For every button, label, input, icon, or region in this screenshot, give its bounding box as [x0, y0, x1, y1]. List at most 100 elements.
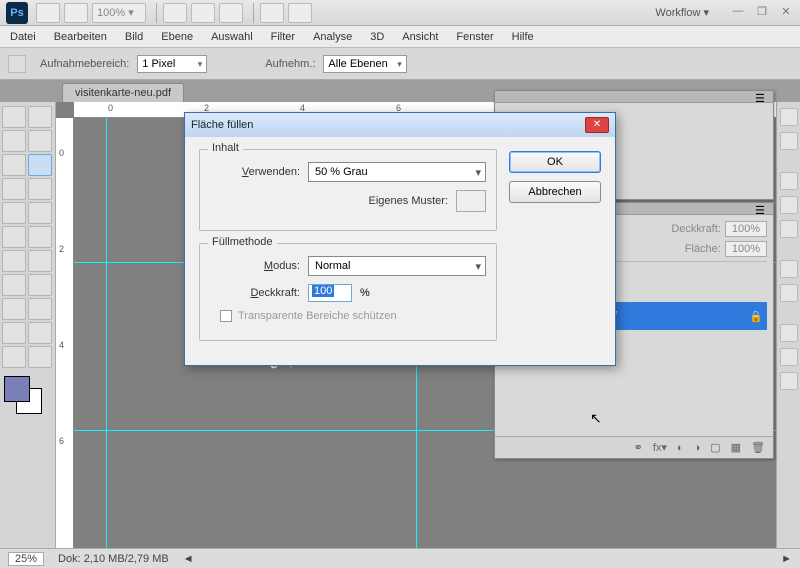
menu-fenster[interactable]: Fenster — [456, 31, 493, 43]
status-bar: 25% Dok: 2,10 MB/2,79 MB ◄ ► — [0, 548, 800, 568]
dialog-close-icon[interactable]: ✕ — [585, 117, 609, 133]
screen-mode-icon[interactable] — [260, 3, 284, 23]
menu-ebene[interactable]: Ebene — [161, 31, 193, 43]
gradient-tool[interactable] — [28, 226, 52, 248]
type-tool[interactable] — [28, 274, 52, 296]
opacity-input[interactable]: 100 — [308, 284, 352, 302]
ok-button[interactable]: OK — [509, 151, 601, 173]
eraser-tool[interactable] — [2, 226, 26, 248]
3d-tool[interactable] — [2, 322, 26, 344]
toolbar-btn[interactable] — [36, 3, 60, 23]
group-icon[interactable]: ▢ — [710, 441, 720, 454]
sample-size-select[interactable]: 1 Pixel — [137, 55, 207, 73]
zoom-tool[interactable] — [28, 346, 52, 368]
fill-value[interactable]: 100% — [725, 241, 767, 257]
menu-3d[interactable]: 3D — [370, 31, 384, 43]
zoom-tool-icon[interactable] — [191, 3, 215, 23]
restore-icon[interactable]: ❐ — [754, 5, 770, 21]
layers-panel-icon[interactable] — [780, 172, 798, 190]
guide[interactable] — [106, 118, 107, 548]
close-icon[interactable]: ✕ — [778, 5, 794, 21]
character-panel-icon[interactable] — [780, 108, 798, 126]
minimize-icon[interactable]: — — [730, 5, 746, 21]
history-panel-icon[interactable] — [780, 260, 798, 278]
mask-icon[interactable]: ◐ — [677, 442, 684, 454]
dialog-titlebar[interactable]: Fläche füllen ✕ — [185, 113, 615, 137]
brush-tool[interactable] — [28, 178, 52, 200]
arrange-docs-icon[interactable] — [288, 3, 312, 23]
scroll-left-icon[interactable]: ◄ — [183, 553, 194, 565]
preserve-transparency-checkbox[interactable] — [220, 310, 232, 322]
blur-tool[interactable] — [2, 250, 26, 272]
menubar: Datei Bearbeiten Bild Ebene Auswahl Filt… — [0, 26, 800, 48]
move-tool[interactable] — [2, 106, 26, 128]
link-layers-icon[interactable]: ⚭ — [634, 441, 643, 454]
menu-auswahl[interactable]: Auswahl — [211, 31, 253, 43]
fill-label: Fläche: — [685, 243, 721, 255]
stamp-tool[interactable] — [2, 202, 26, 224]
marquee-tool[interactable] — [28, 106, 52, 128]
cancel-button[interactable]: Abbrechen — [509, 181, 601, 203]
paragraph-panel-icon[interactable] — [780, 132, 798, 150]
opt-aufnahme-label: Aufnahmebereich: — [40, 58, 129, 70]
fieldset-inhalt: Inhalt Verwenden: 50 % Grau Eigenes Must… — [199, 149, 497, 231]
adjustment-icon[interactable]: ◑ — [694, 442, 701, 454]
shape-tool[interactable] — [28, 298, 52, 320]
layers-panel-footer: ⚭ fx▾ ◐ ◑ ▢ ▦ 🗑 — [495, 436, 773, 458]
path-select-tool[interactable] — [2, 298, 26, 320]
menu-datei[interactable]: Datei — [10, 31, 36, 43]
color-panel-icon[interactable] — [780, 324, 798, 342]
healing-tool[interactable] — [2, 178, 26, 200]
menu-bearbeiten[interactable]: Bearbeiten — [54, 31, 107, 43]
channels-panel-icon[interactable] — [780, 196, 798, 214]
fx-icon[interactable]: fx▾ — [653, 441, 667, 454]
crop-tool[interactable] — [2, 154, 26, 176]
zoom-readout[interactable]: 25% — [8, 552, 44, 566]
opacity-label: Deckkraft: — [671, 223, 721, 235]
dodge-tool[interactable] — [28, 250, 52, 272]
scroll-right-icon[interactable]: ► — [781, 553, 792, 565]
fill-dialog: Fläche füllen ✕ Inhalt Verwenden: 50 % G… — [184, 112, 616, 366]
quick-select-tool[interactable] — [28, 130, 52, 152]
workspace-switcher[interactable]: Workflow ▾ — [642, 3, 722, 22]
menu-filter[interactable]: Filter — [271, 31, 295, 43]
zoom-level-drop[interactable]: 100% ▾ — [92, 3, 146, 23]
3d-camera-tool[interactable] — [28, 322, 52, 344]
foreground-color-swatch[interactable] — [4, 376, 30, 402]
menu-hilfe[interactable]: Hilfe — [512, 31, 534, 43]
color-swatches[interactable] — [2, 376, 50, 416]
panel-dock — [776, 102, 800, 548]
app-logo: Ps — [6, 2, 28, 24]
lock-icon[interactable]: 🔒 — [749, 310, 763, 323]
panel-menu-icon[interactable]: ☰ — [755, 204, 769, 214]
actions-panel-icon[interactable] — [780, 284, 798, 302]
eyedropper-tool[interactable] — [28, 154, 52, 176]
pattern-picker — [456, 190, 486, 212]
sample-layers-select[interactable]: Alle Ebenen — [323, 55, 406, 73]
label-muster: Eigenes Muster: — [369, 195, 448, 207]
use-select[interactable]: 50 % Grau — [308, 162, 486, 182]
rotate-view-icon[interactable] — [219, 3, 243, 23]
delete-layer-icon[interactable]: 🗑 — [751, 441, 765, 454]
opacity-value[interactable]: 100% — [725, 221, 767, 237]
panel-menu-icon[interactable]: ☰ — [755, 92, 769, 102]
menu-analyse[interactable]: Analyse — [313, 31, 352, 43]
legend-fuell: Füllmethode — [208, 236, 277, 248]
toolbar-btn[interactable] — [64, 3, 88, 23]
menu-bild[interactable]: Bild — [125, 31, 143, 43]
lasso-tool[interactable] — [2, 130, 26, 152]
hand-tool[interactable] — [2, 346, 26, 368]
eyedropper-icon[interactable] — [8, 55, 26, 73]
pen-tool[interactable] — [2, 274, 26, 296]
menu-ansicht[interactable]: Ansicht — [402, 31, 438, 43]
toolbox — [0, 102, 56, 548]
history-brush-tool[interactable] — [28, 202, 52, 224]
swatches-panel-icon[interactable] — [780, 348, 798, 366]
paths-panel-icon[interactable] — [780, 220, 798, 238]
styles-panel-icon[interactable] — [780, 372, 798, 390]
label-verwenden: V — [242, 166, 249, 178]
document-tab[interactable]: visitenkarte-neu.pdf — [62, 83, 184, 102]
new-layer-icon[interactable]: ▦ — [731, 441, 741, 454]
blend-mode-select[interactable]: Normal — [308, 256, 486, 276]
hand-tool-icon[interactable] — [163, 3, 187, 23]
